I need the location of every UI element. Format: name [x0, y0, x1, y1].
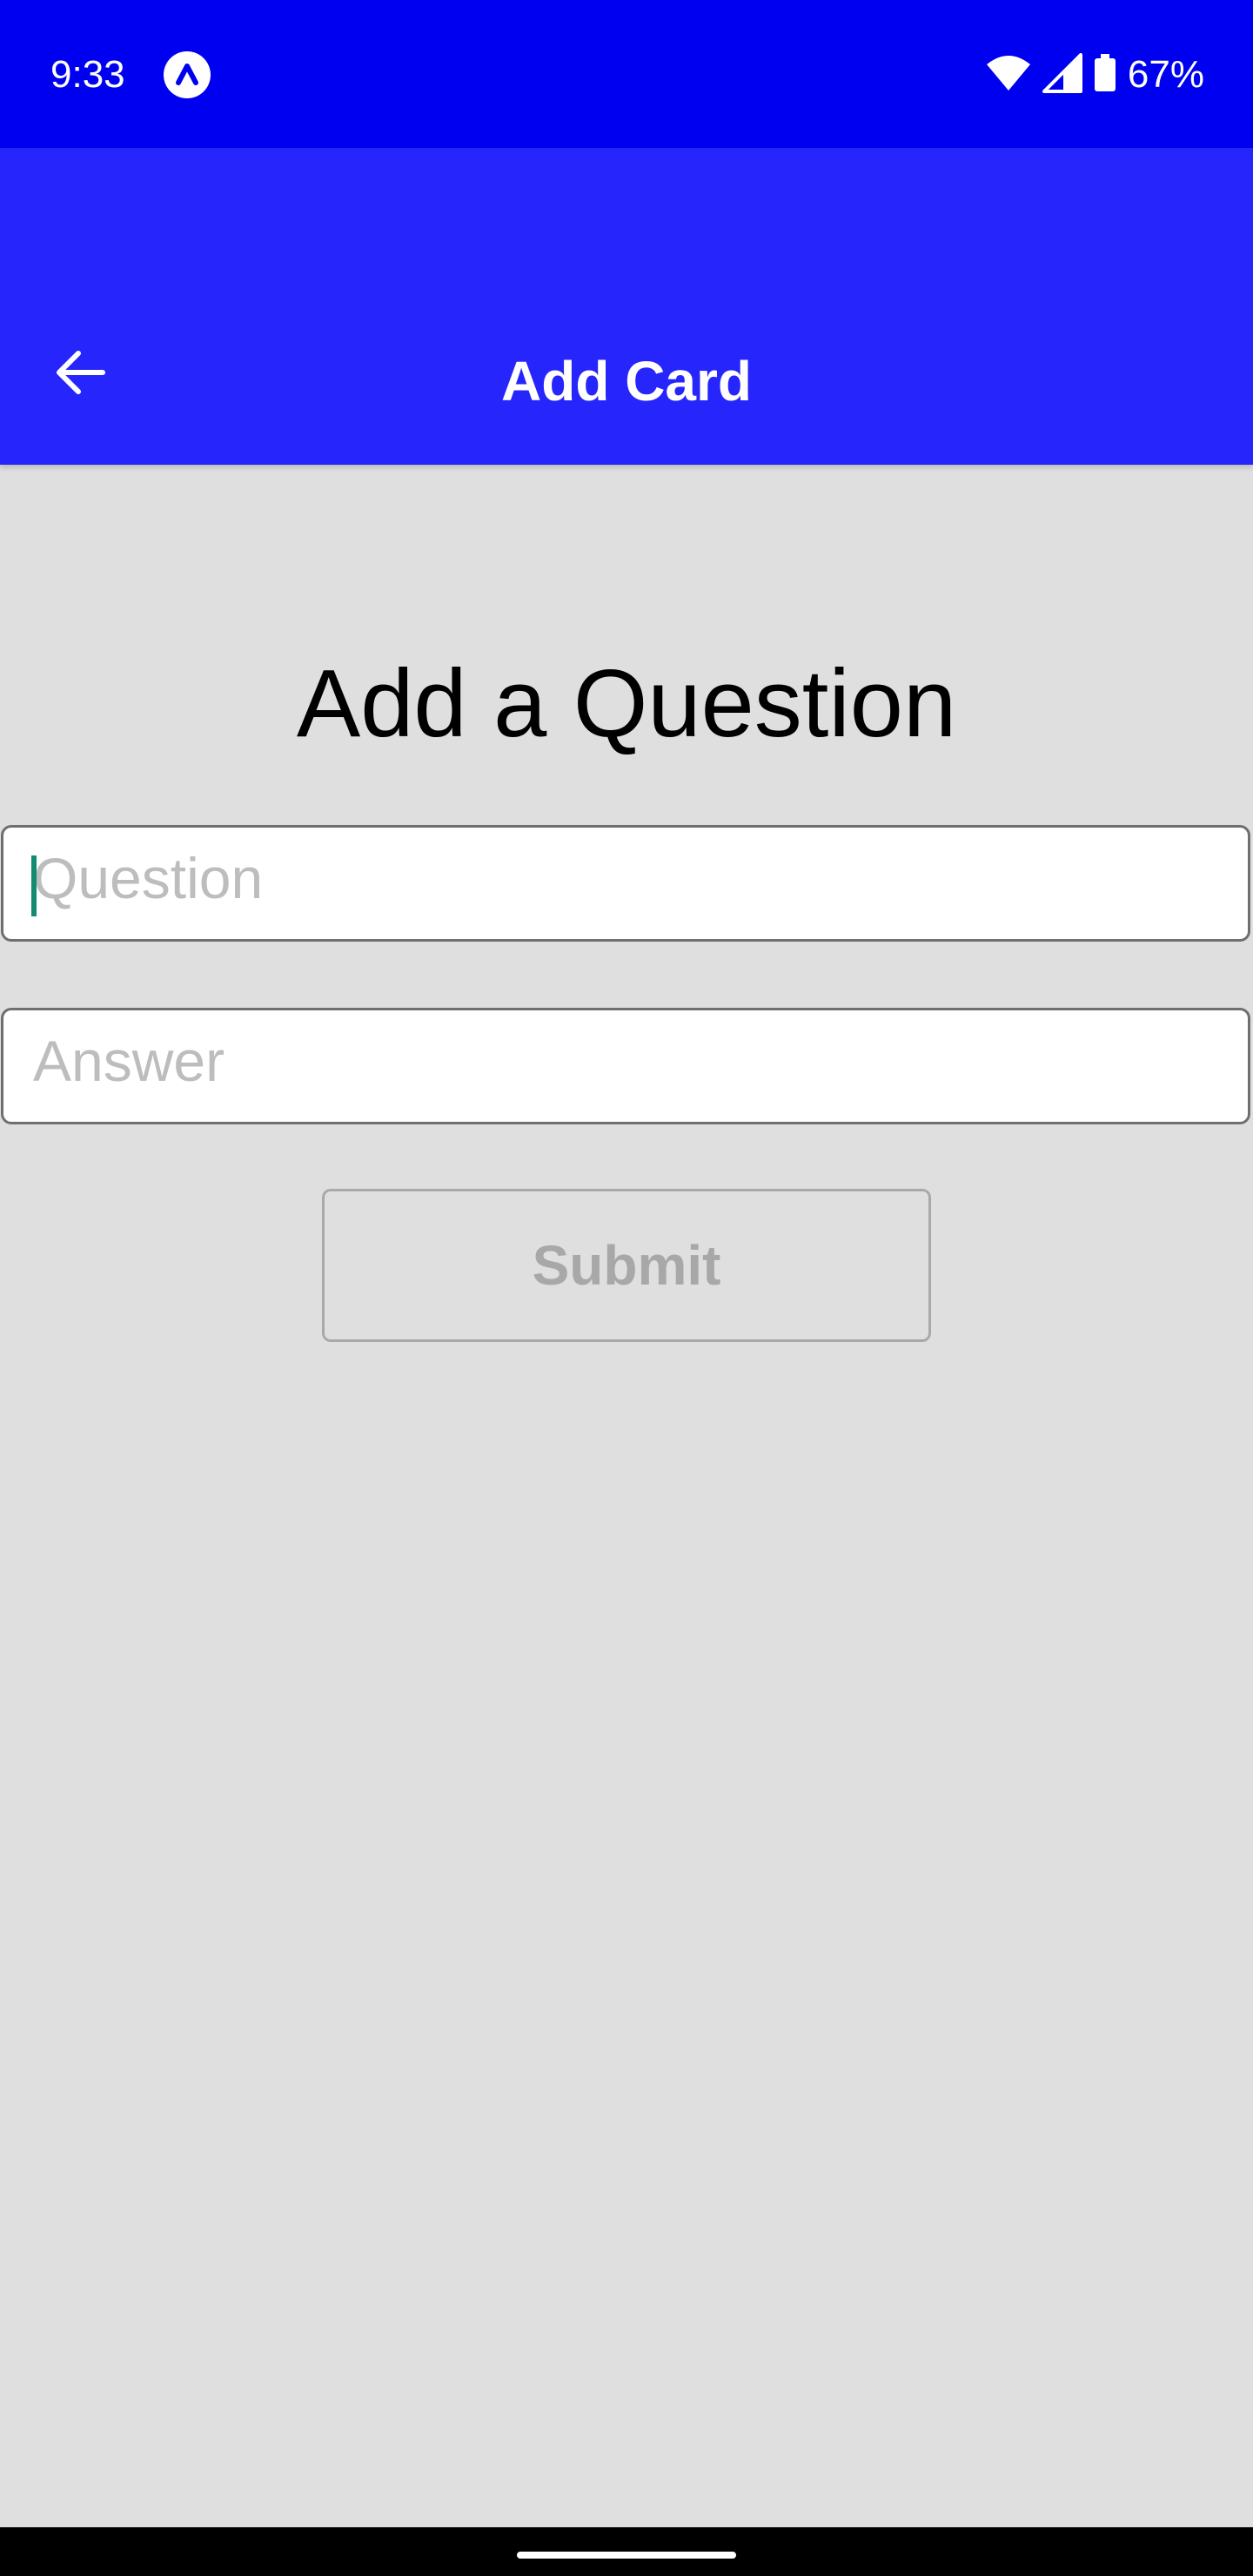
question-input[interactable]: Question — [1, 825, 1250, 942]
question-placeholder: Question — [33, 846, 264, 910]
answer-placeholder: Answer — [33, 1029, 225, 1093]
battery-icon — [1093, 53, 1117, 97]
app-notification-icon — [164, 51, 211, 98]
page-title: Add Card — [501, 350, 752, 413]
signal-icon — [1042, 52, 1082, 97]
status-icons: 67% — [985, 49, 1204, 101]
app-bar — [0, 148, 1253, 465]
home-indicator[interactable] — [517, 2552, 736, 2559]
answer-input[interactable]: Answer — [1, 1008, 1250, 1124]
battery-percentage: 67% — [1127, 53, 1204, 96]
text-cursor — [31, 855, 37, 916]
wifi-icon — [985, 54, 1032, 97]
submit-button[interactable]: Submit — [322, 1189, 931, 1342]
status-bar: 9:33 67% — [0, 0, 1253, 148]
status-time: 9:33 — [50, 53, 125, 96]
form-heading: Add a Question — [296, 650, 957, 757]
